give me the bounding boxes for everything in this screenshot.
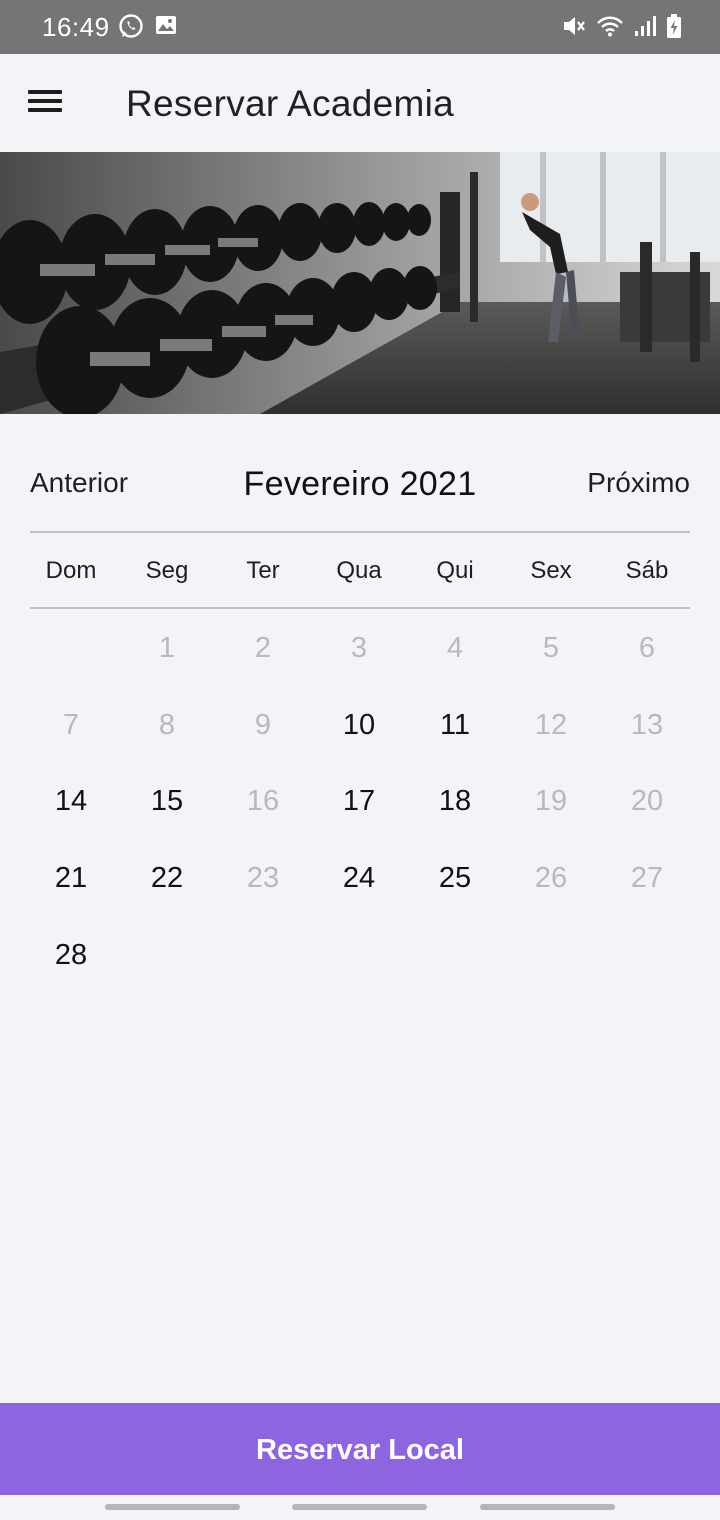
calendar-day: 5 [542,632,560,664]
next-month-button[interactable]: Próximo [587,467,690,499]
whatsapp-icon [118,13,144,39]
calendar-day: 2 [254,632,272,664]
app-bar: Reservar Academia [0,54,720,152]
page-title: Reservar Academia [126,83,454,124]
calendar-day[interactable]: 10 [311,687,407,764]
calendar-day[interactable]: 21 [23,840,119,917]
month-navigation: Anterior Fevereiro 2021 Próximo [0,414,720,532]
calendar-day: 20 [630,785,664,818]
gym-banner-image [0,152,720,414]
calendar-day: 12 [534,708,568,741]
calendar-day: 8 [158,708,176,741]
status-bar: 16:49 [0,0,720,54]
calendar-day: 9 [254,708,272,741]
calendar-day: 7 [62,708,80,741]
screen: 16:49 Reservar Academia Anterior Feverei… [0,0,720,1520]
system-navigation-bar [0,1495,720,1520]
reserve-location-button[interactable]: Reservar Local [0,1403,720,1495]
calendar-day[interactable]: 14 [23,763,119,840]
calendar-day: 1 [158,632,176,664]
weekday-fri: Sex [530,557,572,584]
weekday-sat: Sáb [625,557,669,584]
weekday-thu: Qui [436,557,474,584]
calendar-day[interactable]: 28 [23,917,119,994]
calendar-day[interactable]: 24 [311,840,407,917]
status-left-icons [118,13,178,39]
calendar-day: 13 [630,708,664,741]
calendar-divider-top [30,531,690,533]
signal-icon [634,14,656,38]
calendar-day: 27 [630,862,664,895]
hamburger-menu-icon[interactable] [28,90,62,118]
calendar-day[interactable]: 15 [119,763,215,840]
calendar-day[interactable]: 18 [407,763,503,840]
nav-home-pill[interactable] [292,1504,427,1510]
calendar-day: 19 [534,785,568,818]
calendar-day: 16 [246,785,280,818]
weekday-header: Dom Seg Ter Qua Qui Sex Sáb [23,534,695,606]
calendar-days-grid: 1 2 3 4 5 6 7 8 9 10 11 12 13 14 15 16 17 18 19 20 21 22 23 24 2… [23,610,695,993]
battery-icon [666,13,682,39]
calendar-day[interactable]: 25 [407,840,503,917]
mute-icon [560,13,586,39]
weekday-sun: Dom [45,557,97,584]
calendar-day: 4 [446,632,464,664]
calendar-day: 6 [638,632,656,664]
calendar-empty-cell [23,610,119,687]
calendar-day: 3 [350,632,368,664]
calendar-day: 26 [534,862,568,895]
nav-back-pill[interactable] [480,1504,615,1510]
status-time: 16:49 [42,12,110,42]
nav-recents-pill[interactable] [105,1504,240,1510]
calendar-day[interactable]: 11 [407,687,503,764]
wifi-icon [596,14,624,38]
gallery-icon [154,13,178,39]
calendar-day[interactable]: 22 [119,840,215,917]
weekday-wed: Qua [336,557,382,584]
weekday-tue: Ter [246,557,280,584]
status-right-icons [560,13,682,39]
weekday-mon: Seg [145,557,189,584]
calendar-day: 23 [246,862,280,895]
calendar-divider-bottom [30,607,690,609]
calendar-day[interactable]: 17 [311,763,407,840]
